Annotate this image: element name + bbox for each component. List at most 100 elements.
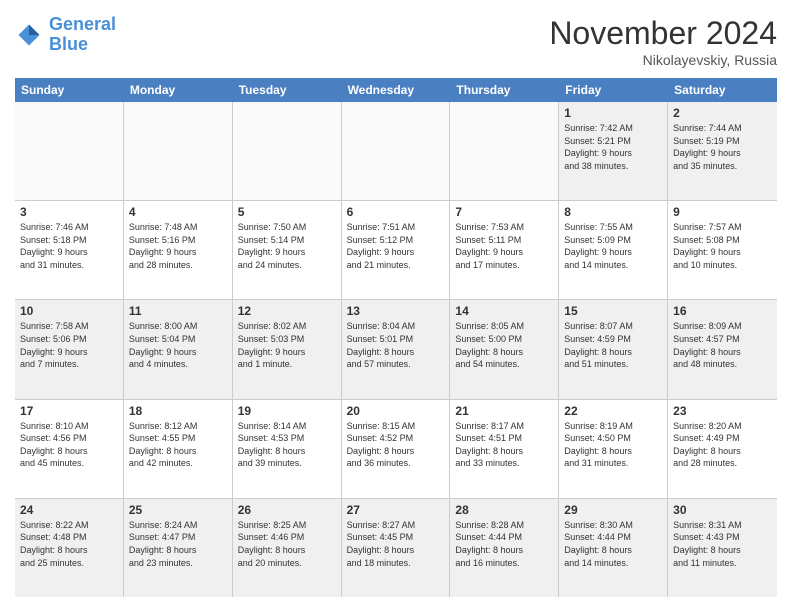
day-number: 28 [455,503,553,517]
header: General Blue November 2024 Nikolayevskiy… [15,15,777,68]
day-number: 19 [238,404,336,418]
day-info: Sunrise: 8:00 AMSunset: 5:04 PMDaylight:… [129,320,227,370]
calendar-header: SundayMondayTuesdayWednesdayThursdayFrid… [15,78,777,102]
day-info: Sunrise: 8:09 AMSunset: 4:57 PMDaylight:… [673,320,772,370]
day-info: Sunrise: 8:31 AMSunset: 4:43 PMDaylight:… [673,519,772,569]
calendar-cell: 7 Sunrise: 7:53 AMSunset: 5:11 PMDaylight… [450,201,559,299]
day-info: Sunrise: 7:58 AMSunset: 5:06 PMDaylight:… [20,320,118,370]
page: General Blue November 2024 Nikolayevskiy… [0,0,792,612]
day-info: Sunrise: 8:12 AMSunset: 4:55 PMDaylight:… [129,420,227,470]
calendar-cell: 12Sunrise: 8:02 AMSunset: 5:03 PMDayligh… [233,300,342,398]
calendar-row: 17 Sunrise: 8:10 AMSunset: 4:56 PMDayligh… [15,400,777,499]
calendar-row: 24 Sunrise: 8:22 AMSunset: 4:48 PMDayligh… [15,499,777,597]
calendar-cell [15,102,124,200]
day-number: 20 [347,404,445,418]
day-info: Sunrise: 7:55 AMSunset: 5:09 PMDaylight:… [564,221,662,271]
day-info: Sunrise: 7:46 AMSunset: 5:18 PMDaylight:… [20,221,118,271]
day-info: Sunrise: 8:05 AMSunset: 5:00 PMDaylight:… [455,320,553,370]
location: Nikolayevskiy, Russia [549,52,777,68]
calendar-cell: 26 Sunrise: 8:25 AMSunset: 4:46 PMDayligh… [233,499,342,597]
calendar-cell: 14 Sunrise: 8:05 AMSunset: 5:00 PMDayligh… [450,300,559,398]
day-info: Sunrise: 8:14 AMSunset: 4:53 PMDaylight:… [238,420,336,470]
calendar-cell: 28 Sunrise: 8:28 AMSunset: 4:44 PMDayligh… [450,499,559,597]
day-number: 8 [564,205,662,219]
header-day: Monday [124,78,233,102]
day-number: 12 [238,304,336,318]
day-info: Sunrise: 8:20 AMSunset: 4:49 PMDaylight:… [673,420,772,470]
day-info: Sunrise: 7:57 AMSunset: 5:08 PMDaylight:… [673,221,772,271]
day-info: Sunrise: 8:07 AMSunset: 4:59 PMDaylight:… [564,320,662,370]
calendar: SundayMondayTuesdayWednesdayThursdayFrid… [15,78,777,597]
calendar-cell: 22Sunrise: 8:19 AMSunset: 4:50 PMDayligh… [559,400,668,498]
calendar-cell: 11 Sunrise: 8:00 AMSunset: 5:04 PMDayligh… [124,300,233,398]
day-number: 29 [564,503,662,517]
calendar-cell: 29 Sunrise: 8:30 AMSunset: 4:44 PMDayligh… [559,499,668,597]
day-info: Sunrise: 8:27 AMSunset: 4:45 PMDaylight:… [347,519,445,569]
calendar-cell: 10 Sunrise: 7:58 AMSunset: 5:06 PMDayligh… [15,300,124,398]
header-day: Sunday [15,78,124,102]
day-number: 24 [20,503,118,517]
day-info: Sunrise: 7:53 AMSunset: 5:11 PMDaylight:… [455,221,553,271]
calendar-row: 10 Sunrise: 7:58 AMSunset: 5:06 PMDayligh… [15,300,777,399]
day-number: 25 [129,503,227,517]
day-number: 14 [455,304,553,318]
calendar-cell [124,102,233,200]
calendar-cell: 16Sunrise: 8:09 AMSunset: 4:57 PMDayligh… [668,300,777,398]
day-number: 27 [347,503,445,517]
header-day: Wednesday [342,78,451,102]
day-info: Sunrise: 8:28 AMSunset: 4:44 PMDaylight:… [455,519,553,569]
calendar-cell: 24 Sunrise: 8:22 AMSunset: 4:48 PMDayligh… [15,499,124,597]
day-number: 21 [455,404,553,418]
calendar-cell: 13 Sunrise: 8:04 AMSunset: 5:01 PMDayligh… [342,300,451,398]
calendar-cell: 5 Sunrise: 7:50 AMSunset: 5:14 PMDaylight… [233,201,342,299]
day-info: Sunrise: 8:10 AMSunset: 4:56 PMDaylight:… [20,420,118,470]
header-day: Thursday [450,78,559,102]
day-number: 30 [673,503,772,517]
day-number: 5 [238,205,336,219]
logo-icon [15,21,43,49]
day-number: 15 [564,304,662,318]
calendar-row: 3 Sunrise: 7:46 AMSunset: 5:18 PMDaylight… [15,201,777,300]
day-info: Sunrise: 8:17 AMSunset: 4:51 PMDaylight:… [455,420,553,470]
calendar-cell: 27 Sunrise: 8:27 AMSunset: 4:45 PMDayligh… [342,499,451,597]
day-info: Sunrise: 8:15 AMSunset: 4:52 PMDaylight:… [347,420,445,470]
day-number: 3 [20,205,118,219]
day-info: Sunrise: 8:30 AMSunset: 4:44 PMDaylight:… [564,519,662,569]
day-info: Sunrise: 7:44 AMSunset: 5:19 PMDaylight:… [673,122,772,172]
day-number: 10 [20,304,118,318]
day-number: 2 [673,106,772,120]
calendar-cell: 3 Sunrise: 7:46 AMSunset: 5:18 PMDaylight… [15,201,124,299]
calendar-cell: 17 Sunrise: 8:10 AMSunset: 4:56 PMDayligh… [15,400,124,498]
day-info: Sunrise: 8:22 AMSunset: 4:48 PMDaylight:… [20,519,118,569]
day-info: Sunrise: 8:25 AMSunset: 4:46 PMDaylight:… [238,519,336,569]
calendar-row: 1Sunrise: 7:42 AMSunset: 5:21 PMDaylight… [15,102,777,201]
calendar-cell: 19 Sunrise: 8:14 AMSunset: 4:53 PMDayligh… [233,400,342,498]
logo: General Blue [15,15,116,55]
calendar-cell: 20 Sunrise: 8:15 AMSunset: 4:52 PMDayligh… [342,400,451,498]
calendar-cell: 25 Sunrise: 8:24 AMSunset: 4:47 PMDayligh… [124,499,233,597]
day-info: Sunrise: 7:50 AMSunset: 5:14 PMDaylight:… [238,221,336,271]
calendar-cell: 1Sunrise: 7:42 AMSunset: 5:21 PMDaylight… [559,102,668,200]
logo-text: General Blue [49,15,116,55]
day-info: Sunrise: 7:51 AMSunset: 5:12 PMDaylight:… [347,221,445,271]
calendar-cell: 15 Sunrise: 8:07 AMSunset: 4:59 PMDayligh… [559,300,668,398]
calendar-cell: 6Sunrise: 7:51 AMSunset: 5:12 PMDaylight… [342,201,451,299]
header-day: Friday [559,78,668,102]
month-title: November 2024 [549,15,777,52]
day-number: 22 [564,404,662,418]
calendar-cell [342,102,451,200]
day-number: 26 [238,503,336,517]
day-number: 11 [129,304,227,318]
day-number: 9 [673,205,772,219]
day-number: 1 [564,106,662,120]
day-number: 7 [455,205,553,219]
logo-line1: General [49,14,116,34]
day-info: Sunrise: 8:04 AMSunset: 5:01 PMDaylight:… [347,320,445,370]
day-info: Sunrise: 8:24 AMSunset: 4:47 PMDaylight:… [129,519,227,569]
day-number: 17 [20,404,118,418]
calendar-cell: 8 Sunrise: 7:55 AMSunset: 5:09 PMDaylight… [559,201,668,299]
calendar-body: 1Sunrise: 7:42 AMSunset: 5:21 PMDaylight… [15,102,777,597]
day-number: 13 [347,304,445,318]
title-block: November 2024 Nikolayevskiy, Russia [549,15,777,68]
calendar-cell [233,102,342,200]
